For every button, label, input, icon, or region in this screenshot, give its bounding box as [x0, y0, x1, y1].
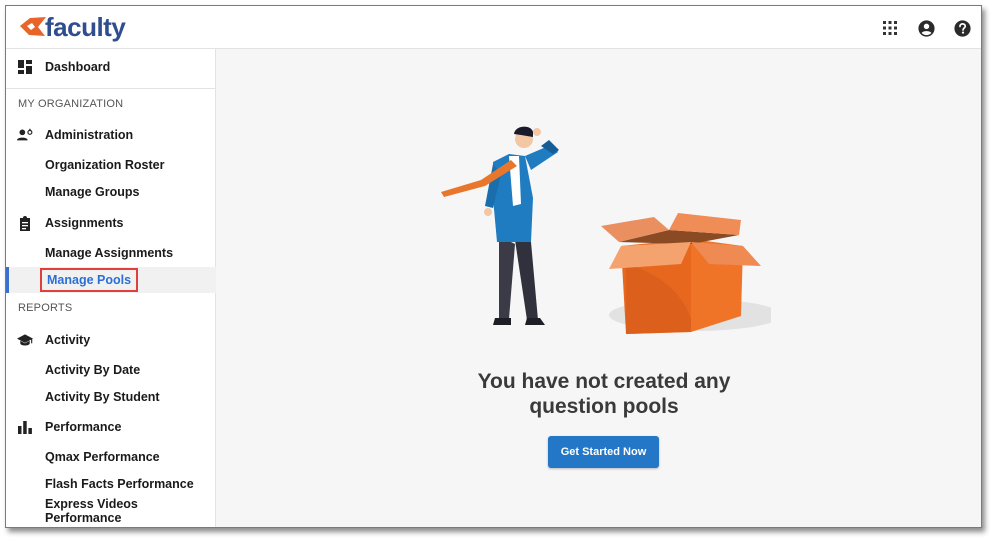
apps-grid-icon[interactable]: [879, 17, 901, 39]
sidebar-item-activity-by-date[interactable]: Activity By Date: [6, 357, 216, 383]
sidebar-item-administration[interactable]: Administration: [6, 120, 216, 150]
sidebar-item-manage-pools[interactable]: Manage Pools: [6, 267, 216, 293]
bar-chart-icon: [17, 419, 33, 435]
sidebar-item-performance[interactable]: Performance: [6, 412, 216, 442]
account-circle-icon[interactable]: [915, 17, 937, 39]
logo-text: faculty: [45, 12, 126, 42]
sidebar-item-express-videos-performance[interactable]: Express Videos Performance: [6, 497, 216, 525]
section-header-my-organization: MY ORGANIZATION: [18, 98, 124, 110]
help-circle-icon[interactable]: [951, 17, 973, 39]
sidebar-item-label: Assignments: [45, 216, 124, 230]
get-started-button[interactable]: Get Started Now: [548, 436, 659, 468]
main-content: You have not created any question pools …: [216, 49, 981, 527]
sidebar: Dashboard MY ORGANIZATION Administration…: [6, 49, 216, 527]
empty-state-title-line1: You have not created any: [477, 370, 731, 393]
sidebar-item-manage-assignments[interactable]: Manage Assignments: [6, 240, 216, 266]
dashboard-icon: [17, 59, 33, 75]
top-bar: faculty: [6, 6, 981, 49]
empty-state-title: You have not created any question pools: [216, 369, 981, 419]
sidebar-item-label-active: Manage Pools: [39, 268, 139, 292]
empty-state-title-line2: question pools: [529, 395, 679, 418]
sidebar-item-flash-facts-performance[interactable]: Flash Facts Performance: [6, 471, 216, 497]
faculty-logo[interactable]: faculty: [18, 12, 126, 42]
sidebar-item-assignments[interactable]: Assignments: [6, 208, 216, 238]
clipboard-icon: [17, 215, 33, 231]
section-header-reports: REPORTS: [18, 302, 73, 314]
graduation-cap-icon: [17, 332, 33, 348]
sidebar-item-activity-by-student[interactable]: Activity By Student: [6, 384, 216, 410]
empty-state-illustration: [441, 126, 771, 334]
sidebar-item-label: Administration: [45, 128, 134, 142]
logo-mark-icon: [20, 17, 46, 36]
admin-users-icon: [17, 127, 33, 143]
sidebar-item-label: Activity: [45, 333, 91, 347]
sidebar-item-label: Performance: [45, 420, 122, 434]
sidebar-item-label: Dashboard: [45, 60, 111, 74]
sidebar-item-manage-groups[interactable]: Manage Groups: [6, 179, 216, 205]
sidebar-item-activity[interactable]: Activity: [6, 325, 216, 355]
sidebar-item-qmax-performance[interactable]: Qmax Performance: [6, 444, 216, 470]
sidebar-item-dashboard[interactable]: Dashboard: [6, 52, 216, 82]
divider: [6, 88, 216, 89]
sidebar-item-organization-roster[interactable]: Organization Roster: [6, 152, 216, 178]
app-window: faculty Dashboard MY ORGANIZATION Admini…: [5, 5, 982, 528]
